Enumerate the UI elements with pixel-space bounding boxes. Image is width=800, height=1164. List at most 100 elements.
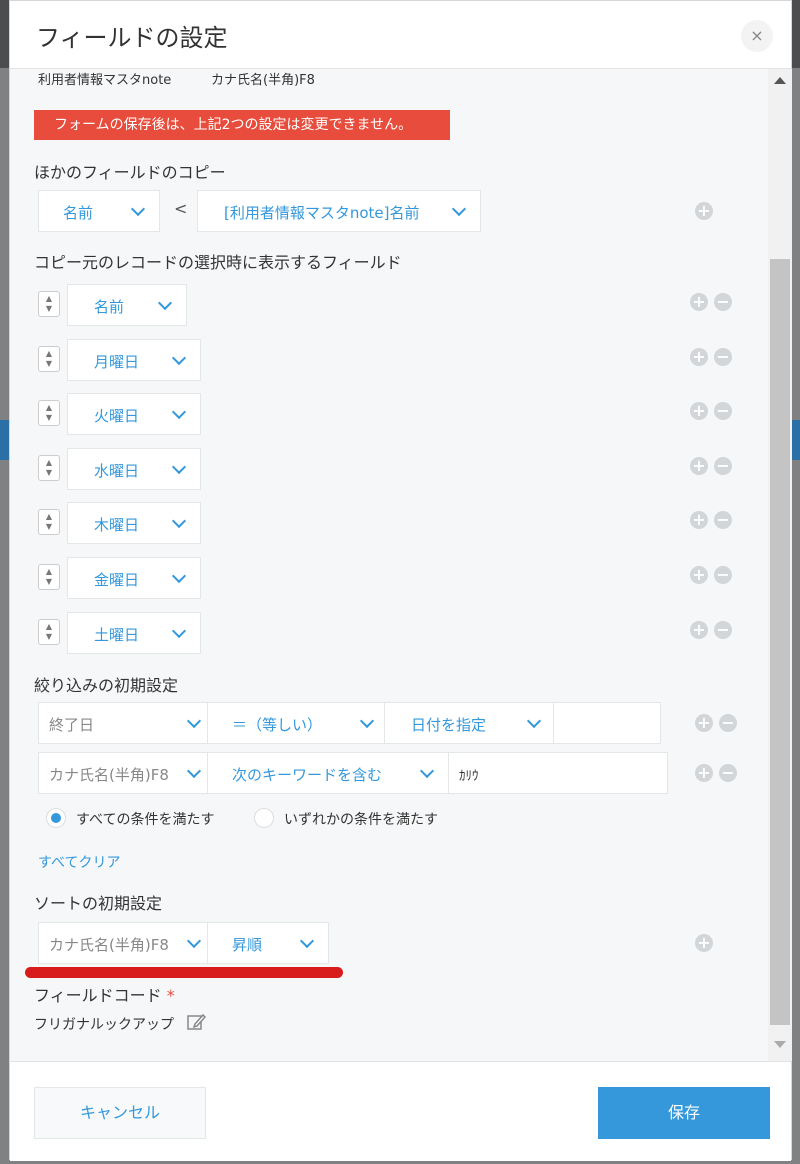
- display-field-label: 火曜日: [94, 407, 140, 426]
- remove-display-field-icon[interactable]: −: [714, 347, 732, 366]
- filter1-field-label: 終了日: [49, 716, 95, 734]
- filter2-value: ｶﾘｳ: [459, 769, 479, 784]
- clear-all-link[interactable]: すべてクリア: [38, 852, 120, 872]
- sort-field-select[interactable]: カナ氏名(半角)F8: [38, 922, 208, 964]
- display-field-label: 金曜日: [94, 571, 140, 589]
- chevron-down-icon: [526, 713, 542, 729]
- dialog-header: フィールドの設定 ×: [10, 1, 791, 69]
- add-filter-icon[interactable]: +: [695, 714, 713, 732]
- annotation-underline: [25, 967, 343, 978]
- cancel-button[interactable]: キャンセル: [34, 1087, 206, 1139]
- chevron-down-icon: [299, 933, 315, 949]
- reorder-icon[interactable]: ▲ ▼: [38, 509, 60, 536]
- add-display-field-icon[interactable]: +: [690, 293, 708, 311]
- chevron-down-icon: [171, 514, 187, 529]
- scroll-down-icon[interactable]: [774, 1041, 786, 1048]
- filter2-value-input[interactable]: ｶﾘｳ: [448, 752, 668, 794]
- filter2-field-select[interactable]: カナ氏名(半角)F8: [38, 752, 208, 794]
- display-field-label: 木曜日: [94, 516, 140, 535]
- filter2-operator-label: 次のキーワードを含む: [232, 766, 383, 784]
- filter1-value-input[interactable]: [553, 702, 661, 744]
- remove-display-field-icon[interactable]: −: [714, 293, 732, 311]
- display-field-label: 土曜日: [94, 625, 140, 644]
- display-field-select[interactable]: 水曜日: [67, 447, 201, 490]
- add-sort-icon[interactable]: +: [695, 934, 713, 952]
- display-field-select[interactable]: 名前: [67, 284, 187, 326]
- close-button[interactable]: ×: [741, 20, 773, 52]
- dialog-body: 利用者情報マスタnote カナ氏名(半角)F8 フォームの保存後は、上記2つの設…: [10, 69, 768, 1061]
- save-button[interactable]: 保存: [598, 1087, 770, 1139]
- display-field-select[interactable]: 木曜日: [67, 502, 201, 545]
- add-display-field-icon[interactable]: +: [690, 620, 708, 639]
- edit-icon[interactable]: [186, 1012, 206, 1032]
- chevron-down-icon: [171, 350, 187, 365]
- filter1-valuetype-label: 日付を指定: [411, 716, 487, 734]
- chevron-down-icon: [419, 763, 435, 779]
- scroll-thumb[interactable]: [770, 259, 790, 1025]
- copy-source-label: [利用者情報マスタnote]名前: [224, 204, 420, 222]
- scrollbar[interactable]: [768, 69, 792, 1061]
- backdrop-strip: [0, 420, 9, 460]
- filter2-operator-select[interactable]: 次のキーワードを含む: [207, 752, 449, 794]
- copy-arrow-icon: <: [174, 199, 188, 218]
- display-section-title: コピー元のレコードの選択時に表示するフィールド: [34, 253, 402, 272]
- copy-section-title: ほかのフィールドのコピー: [34, 163, 226, 182]
- radio-all-label: すべての条件を満たす: [76, 812, 215, 828]
- sort-order-select[interactable]: 昇順: [207, 922, 329, 964]
- add-display-field-icon[interactable]: +: [690, 566, 708, 584]
- dialog-title: フィールドの設定: [36, 24, 228, 52]
- sort-field-label: カナ氏名(半角)F8: [49, 936, 169, 954]
- remove-display-field-icon[interactable]: −: [714, 402, 732, 421]
- chevron-down-icon: [130, 201, 146, 217]
- filter-section-title: 絞り込みの初期設定: [34, 676, 179, 695]
- reorder-icon[interactable]: ▲ ▼: [38, 345, 60, 372]
- filter2-field-label: カナ氏名(半角)F8: [49, 766, 169, 784]
- filter1-valuetype-select[interactable]: 日付を指定: [384, 702, 554, 744]
- radio-all-conditions[interactable]: [46, 808, 66, 828]
- field-settings-dialog: フィールドの設定 × 利用者情報マスタnote カナ氏名(半角)F8 フォームの…: [9, 0, 792, 1161]
- display-field-select[interactable]: 火曜日: [67, 393, 201, 436]
- chevron-down-icon: [171, 568, 187, 584]
- remove-filter-icon[interactable]: −: [719, 714, 737, 732]
- remove-filter-icon[interactable]: −: [719, 764, 737, 782]
- scroll-up-icon[interactable]: [774, 77, 786, 84]
- backdrop-strip-right: [792, 420, 800, 460]
- sort-order-label: 昇順: [232, 936, 263, 954]
- copy-dest-select[interactable]: 名前: [38, 190, 160, 232]
- display-field-select[interactable]: 金曜日: [67, 557, 201, 599]
- source-app-name: 利用者情報マスタnote: [38, 73, 172, 88]
- filter1-operator-select[interactable]: ＝（等しい）: [207, 702, 385, 744]
- reorder-icon[interactable]: ▲ ▼: [38, 564, 60, 590]
- filter1-field-select[interactable]: 終了日: [38, 702, 208, 744]
- remove-display-field-icon[interactable]: −: [714, 511, 732, 530]
- display-field-select[interactable]: 月曜日: [67, 338, 201, 381]
- required-mark: *: [166, 986, 175, 1005]
- chevron-down-icon: [359, 713, 375, 729]
- add-copy-icon[interactable]: +: [695, 202, 713, 220]
- reorder-icon[interactable]: ▲ ▼: [38, 400, 60, 427]
- sort-section-title: ソートの初期設定: [34, 894, 163, 913]
- add-display-field-icon[interactable]: +: [690, 402, 708, 421]
- add-display-field-icon[interactable]: +: [690, 456, 708, 475]
- reorder-icon[interactable]: ▲ ▼: [38, 618, 60, 645]
- remove-display-field-icon[interactable]: −: [714, 456, 732, 475]
- chevron-down-icon: [171, 459, 187, 474]
- chevron-down-icon: [186, 933, 202, 949]
- add-display-field-icon[interactable]: +: [690, 511, 708, 530]
- add-display-field-icon[interactable]: +: [690, 347, 708, 366]
- display-field-select[interactable]: 土曜日: [67, 611, 201, 654]
- display-field-label: 月曜日: [94, 352, 140, 371]
- radio-any-label: いずれかの条件を満たす: [284, 812, 438, 828]
- chevron-down-icon: [171, 405, 187, 420]
- radio-any-condition[interactable]: [254, 808, 274, 828]
- key-field-name: カナ氏名(半角)F8: [211, 73, 315, 88]
- reorder-icon[interactable]: ▲ ▼: [38, 291, 60, 317]
- chevron-down-icon: [171, 623, 187, 638]
- remove-display-field-icon[interactable]: −: [714, 566, 732, 584]
- display-field-label: 名前: [94, 298, 125, 316]
- remove-display-field-icon[interactable]: −: [714, 620, 732, 639]
- add-filter-icon[interactable]: +: [695, 764, 713, 782]
- reorder-icon[interactable]: ▲ ▼: [38, 454, 60, 481]
- copy-source-select[interactable]: [利用者情報マスタnote]名前: [197, 190, 481, 232]
- warning-banner: フォームの保存後は、上記2つの設定は変更できません。: [34, 110, 450, 140]
